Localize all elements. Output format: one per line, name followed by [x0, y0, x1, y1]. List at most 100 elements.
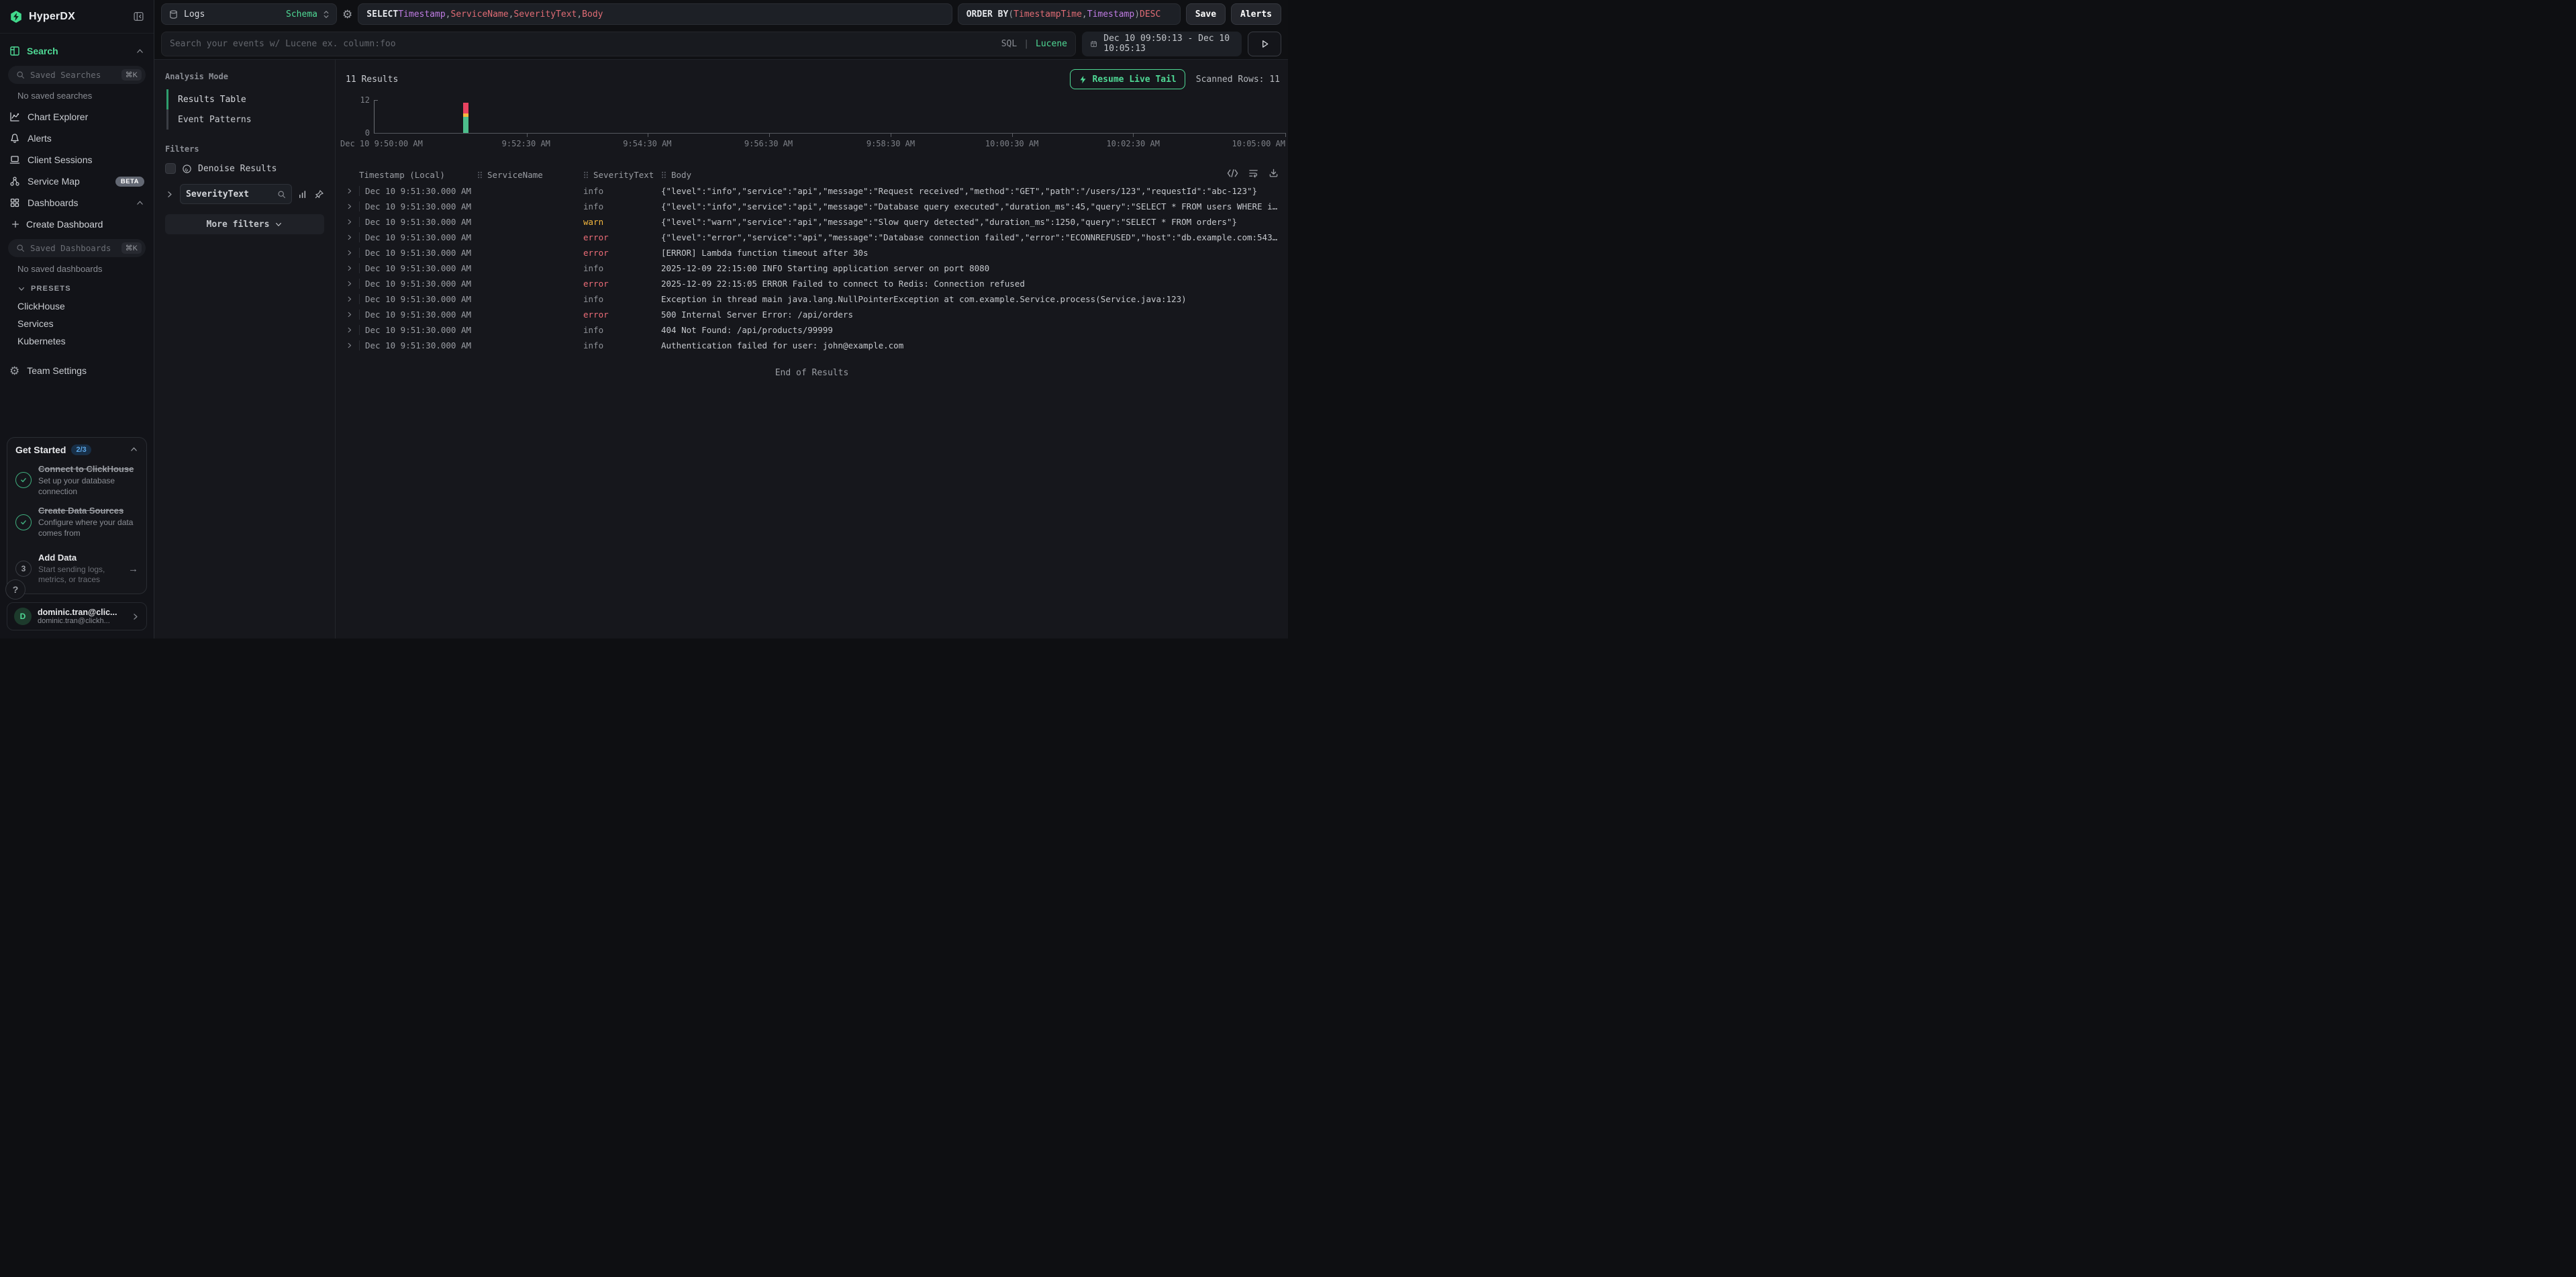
end-of-results: End of Results: [336, 368, 1288, 378]
sidebar-item-client-sessions[interactable]: Client Sessions: [0, 149, 154, 171]
table-row[interactable]: Dec 10 9:51:30.000 AMinfoAuthentication …: [336, 338, 1288, 353]
row-expander-icon[interactable]: [346, 265, 359, 272]
hyperdx-logo-icon: [9, 10, 23, 23]
filter-panel: Analysis Mode Results Table Event Patter…: [154, 60, 336, 638]
saved-dashboards-input[interactable]: Saved Dashboards ⌘K: [8, 239, 146, 257]
row-expander-icon[interactable]: [346, 203, 359, 210]
alerts-button[interactable]: Alerts: [1231, 3, 1281, 25]
source-settings-gear-icon[interactable]: ⚙: [342, 9, 352, 20]
row-expander-icon[interactable]: [346, 295, 359, 303]
row-expander-icon[interactable]: [346, 342, 359, 349]
step-create-data-sources[interactable]: Create Data Sources Configure where your…: [15, 506, 138, 538]
table-row[interactable]: Dec 10 9:51:30.000 AMerror{"level":"erro…: [336, 230, 1288, 245]
bar-segment-error: [463, 103, 468, 113]
cell-body: 2025-12-09 22:15:05 ERROR Failed to conn…: [661, 279, 1280, 289]
x-axis-tick-label: 9:58:30 AM: [866, 139, 915, 148]
table-row[interactable]: Dec 10 9:51:30.000 AMinfo{"level":"info"…: [336, 199, 1288, 214]
table-row[interactable]: Dec 10 9:51:30.000 AMerror500 Internal S…: [336, 307, 1288, 322]
table-row[interactable]: Dec 10 9:51:30.000 AMinfo2025-12-09 22:1…: [336, 261, 1288, 276]
x-axis-tick-label: Dec 10 9:50:00 AM: [340, 139, 423, 148]
event-search-input[interactable]: [170, 39, 995, 49]
step-add-data[interactable]: 3 Add Data Start sending logs, metrics, …: [15, 553, 138, 585]
cell-severitytext: info: [583, 263, 661, 273]
cell-severitytext: error: [583, 248, 661, 258]
create-dashboard-button[interactable]: Create Dashboard: [0, 214, 154, 235]
preset-kubernetes[interactable]: Kubernetes: [0, 333, 154, 350]
get-started-title: Get Started: [15, 444, 66, 455]
table-row[interactable]: Dec 10 9:51:30.000 AMinfo{"level":"info"…: [336, 183, 1288, 199]
bar-chart-icon[interactable]: [298, 189, 308, 199]
lucene-toggle[interactable]: Lucene: [1036, 39, 1067, 49]
results-panel: 11 Results Resume Live Tail Scanned Rows…: [336, 60, 1288, 638]
row-expander-icon[interactable]: [346, 218, 359, 226]
cell-severitytext: info: [583, 201, 661, 211]
more-filters-button[interactable]: More filters: [165, 214, 324, 234]
col-header-severitytext[interactable]: SeverityText: [583, 170, 661, 180]
sidebar: HyperDX Search Saved Searches ⌘K No save…: [0, 0, 154, 638]
user-account-button[interactable]: D dominic.tran@clic... dominic.tran@clic…: [7, 602, 147, 630]
col-header-timestamp[interactable]: Timestamp (Local): [359, 170, 477, 180]
table-header: Timestamp (Local) ServiceName SeverityTe…: [336, 166, 1288, 183]
col-header-servicename[interactable]: ServiceName: [477, 170, 583, 180]
download-icon[interactable]: [1269, 168, 1279, 178]
sidebar-item-chart-explorer[interactable]: Chart Explorer: [0, 106, 154, 128]
sidebar-item-dashboards[interactable]: Dashboards: [0, 192, 154, 214]
row-expander-icon[interactable]: [346, 234, 359, 241]
table-row[interactable]: Dec 10 9:51:30.000 AMinfo404 Not Found: …: [336, 322, 1288, 338]
sidebar-item-alerts[interactable]: Alerts: [0, 128, 154, 149]
table-row[interactable]: Dec 10 9:51:30.000 AMerror2025-12-09 22:…: [336, 276, 1288, 291]
chevron-right-icon[interactable]: [165, 190, 174, 199]
topbar: Logs Schema ⚙ SELECT Timestamp,ServiceNa…: [154, 0, 1288, 28]
main-area: Logs Schema ⚙ SELECT Timestamp,ServiceNa…: [154, 0, 1288, 638]
select-query-input[interactable]: SELECT Timestamp,ServiceName,SeverityTex…: [358, 3, 952, 25]
table-row[interactable]: Dec 10 9:51:30.000 AMwarn{"level":"warn"…: [336, 214, 1288, 230]
save-button[interactable]: Save: [1186, 3, 1226, 25]
cell-body: {"level":"info","service":"api","message…: [661, 201, 1280, 211]
help-button[interactable]: ?: [5, 579, 26, 600]
wrap-lines-icon[interactable]: [1248, 168, 1258, 178]
table-row[interactable]: Dec 10 9:51:30.000 AMerror[ERROR] Lambda…: [336, 245, 1288, 261]
cell-body: 2025-12-09 22:15:00 INFO Starting applic…: [661, 263, 1280, 273]
chevron-down-icon: [275, 220, 283, 228]
saved-searches-input[interactable]: Saved Searches ⌘K: [8, 66, 146, 84]
pin-icon[interactable]: [314, 189, 324, 199]
cell-timestamp: Dec 10 9:51:30.000 AM: [359, 186, 477, 196]
severitytext-filter-field[interactable]: SeverityText: [180, 184, 292, 204]
bell-icon: [9, 133, 20, 144]
table-row[interactable]: Dec 10 9:51:30.000 AMinfoException in th…: [336, 291, 1288, 307]
row-expander-icon[interactable]: [346, 280, 359, 287]
step-number: 3: [15, 561, 32, 577]
collapse-sidebar-icon[interactable]: [133, 11, 144, 22]
row-expander-icon[interactable]: [346, 326, 359, 334]
presets-toggle[interactable]: PRESETS: [0, 279, 154, 298]
cell-timestamp: Dec 10 9:51:30.000 AM: [359, 232, 477, 242]
cell-severitytext: error: [583, 279, 661, 289]
preset-clickhouse[interactable]: ClickHouse: [0, 298, 154, 316]
analysis-mode-results-table[interactable]: Results Table: [166, 89, 324, 109]
analysis-mode-event-patterns[interactable]: Event Patterns: [166, 109, 324, 130]
sidebar-item-search[interactable]: Search: [0, 40, 154, 62]
event-search-box: SQL | Lucene: [161, 32, 1076, 56]
bar-segment-info: [463, 117, 468, 134]
sql-toggle[interactable]: SQL: [1001, 39, 1017, 49]
step-connect-clickhouse[interactable]: Connect to ClickHouse Set up your databa…: [15, 464, 138, 497]
row-expander-icon[interactable]: [346, 249, 359, 256]
drag-handle-icon: [661, 171, 666, 179]
chevron-up-icon[interactable]: [130, 445, 138, 454]
sidebar-item-team-settings[interactable]: ⚙ Team Settings: [0, 360, 154, 381]
row-expander-icon[interactable]: [346, 187, 359, 195]
denoise-checkbox[interactable]: [165, 163, 176, 174]
date-range-picker[interactable]: Dec 10 09:50:13 - Dec 10 10:05:13: [1082, 32, 1242, 56]
calendar-icon: [1090, 39, 1097, 49]
col-header-body[interactable]: Body: [661, 170, 1280, 180]
run-query-button[interactable]: [1248, 32, 1281, 56]
histogram-bar[interactable]: [463, 103, 468, 133]
order-by-input[interactable]: ORDER BY (TimestampTime, Timestamp) DESC: [958, 3, 1181, 25]
preset-services[interactable]: Services: [0, 316, 154, 333]
row-expander-icon[interactable]: [346, 311, 359, 318]
source-selector[interactable]: Logs Schema: [161, 3, 337, 25]
code-view-icon[interactable]: [1227, 169, 1238, 178]
sidebar-item-service-map[interactable]: Service Map BETA: [0, 171, 154, 192]
resume-live-tail-button[interactable]: Resume Live Tail: [1070, 69, 1185, 89]
no-saved-dashboards-text: No saved dashboards: [0, 258, 154, 279]
